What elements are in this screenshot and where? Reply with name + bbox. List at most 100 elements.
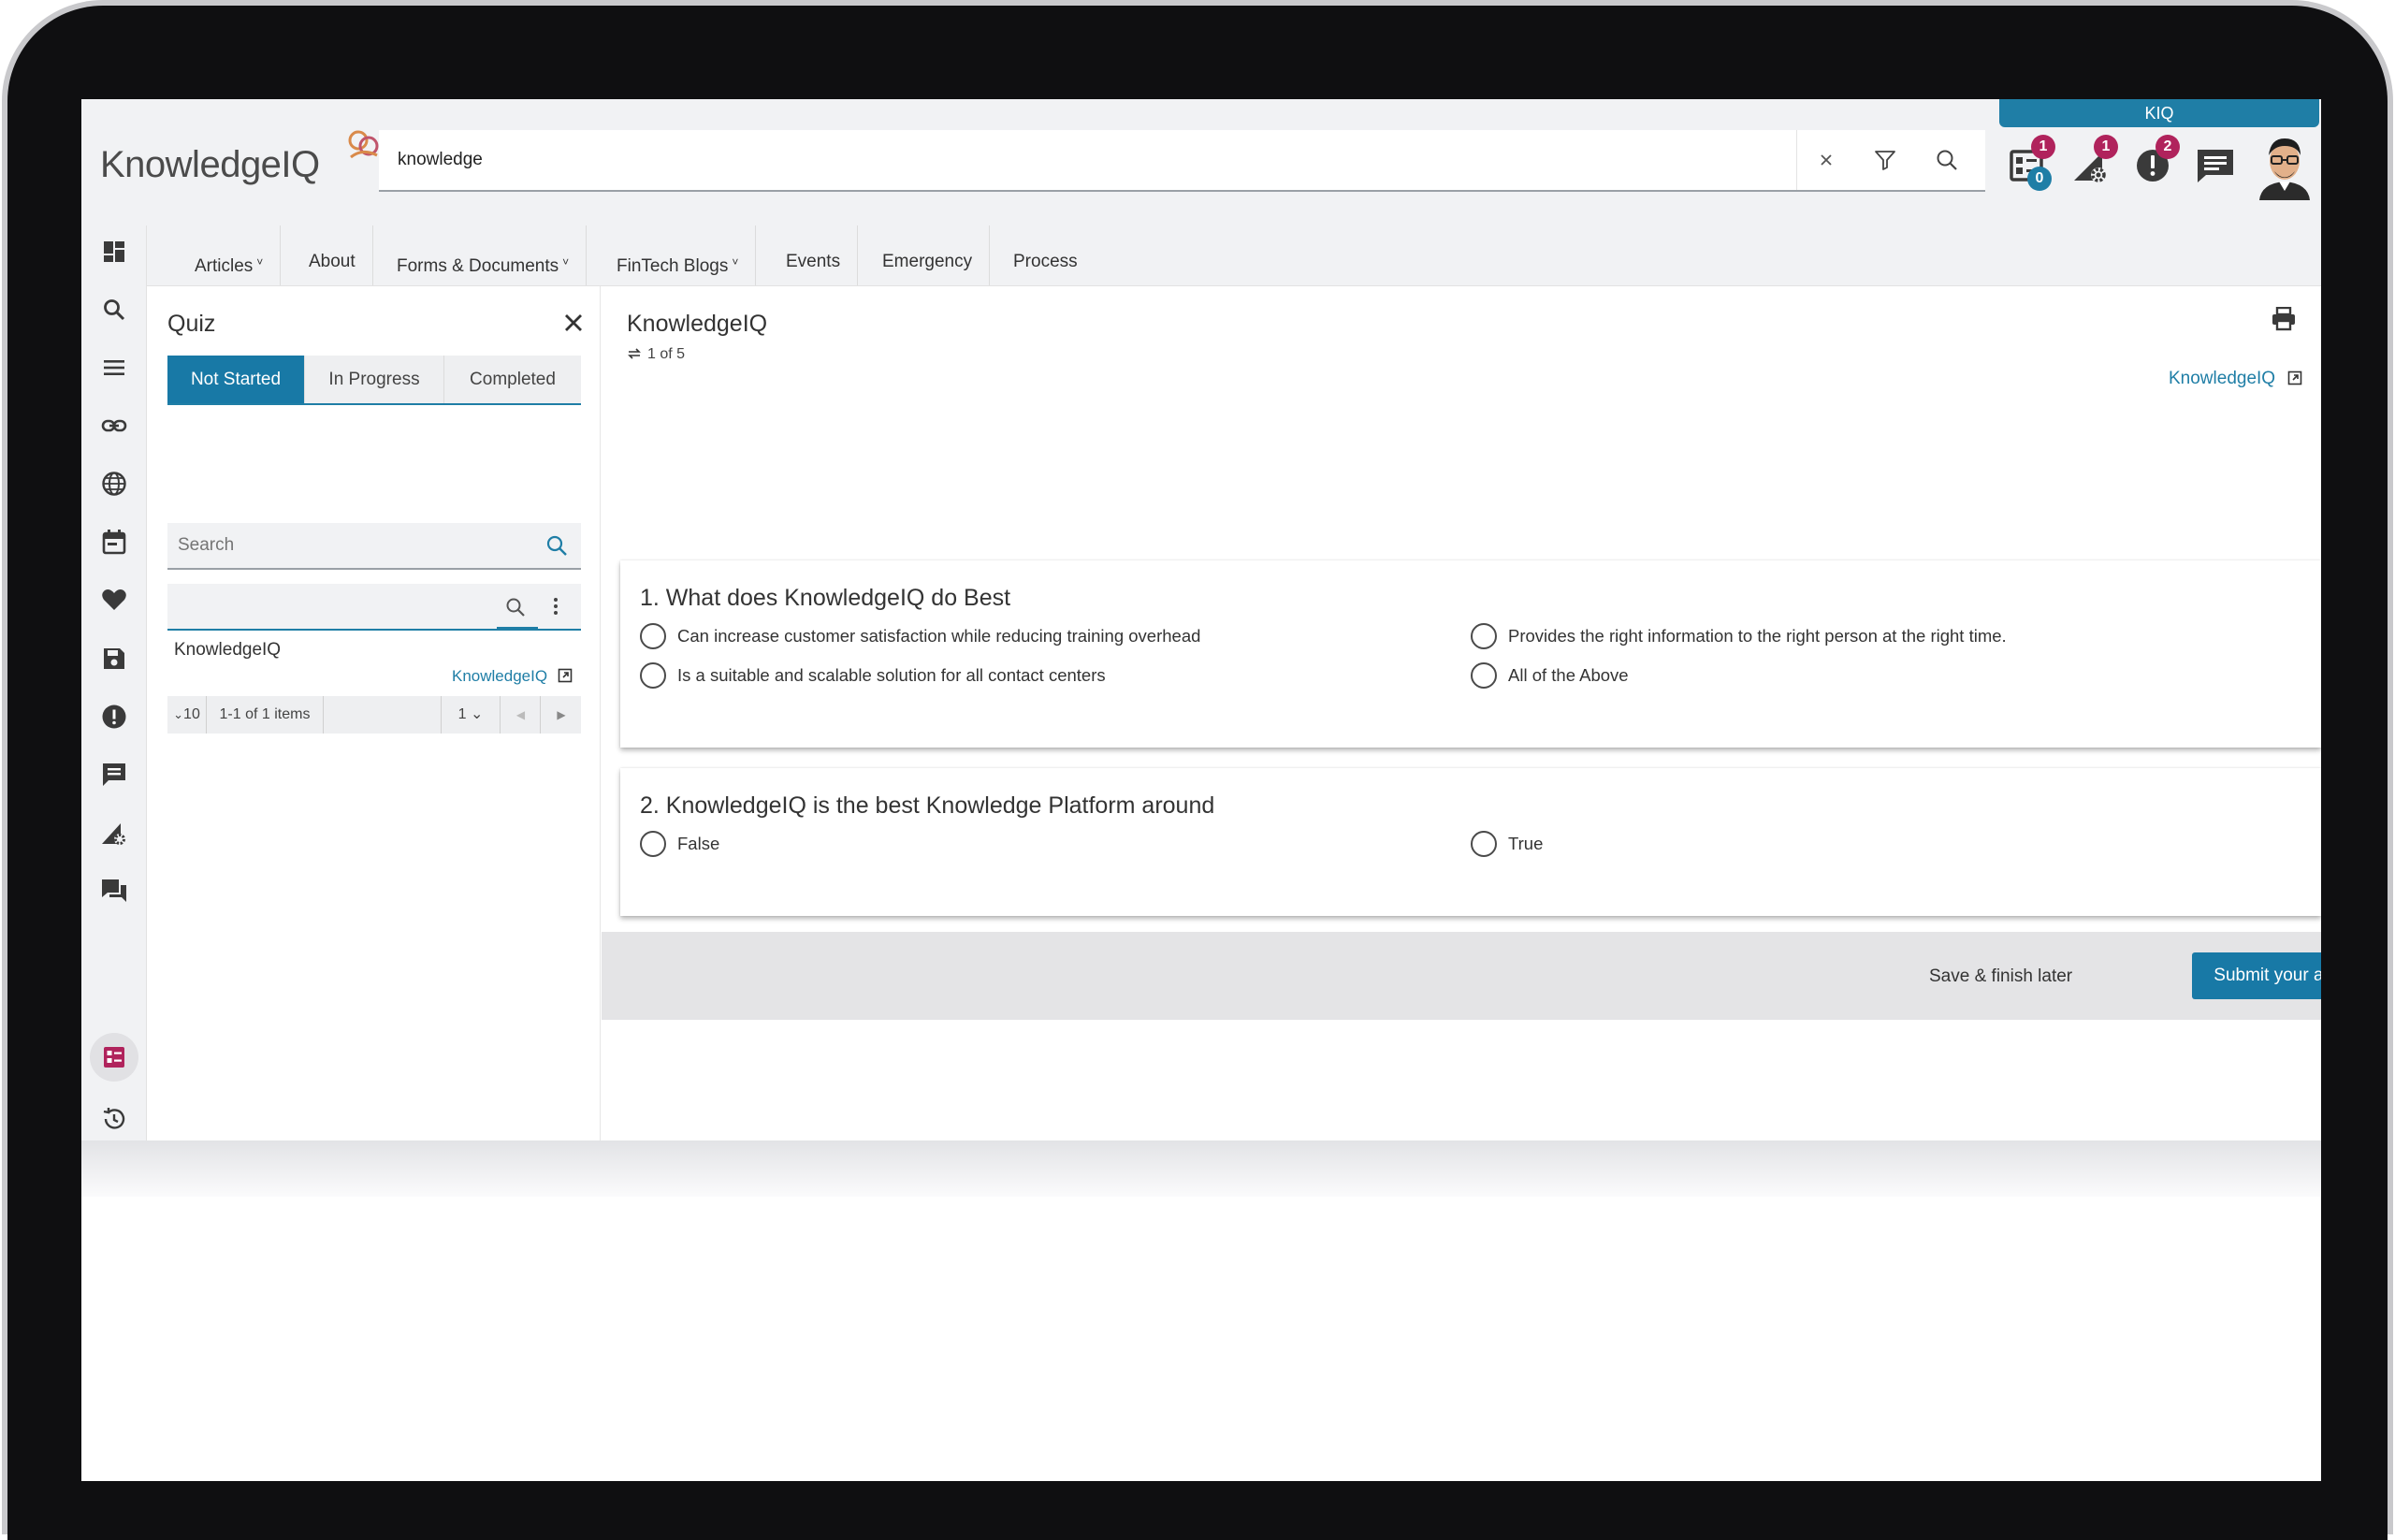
answer-option[interactable]: Can increase customer satisfaction while… bbox=[640, 622, 1200, 650]
link-icon[interactable] bbox=[97, 409, 131, 443]
page-title: KnowledgeIQ bbox=[627, 311, 768, 337]
global-search-input[interactable] bbox=[379, 130, 1782, 190]
tab-not-started[interactable]: Not Started bbox=[167, 356, 305, 403]
search-icon[interactable] bbox=[545, 534, 568, 557]
answer-option[interactable]: Is a suitable and scalable solution for … bbox=[640, 661, 1106, 690]
admin-settings-icon[interactable] bbox=[97, 816, 131, 850]
nav-item-process[interactable]: Process bbox=[994, 225, 1095, 285]
page-size-value: 10 bbox=[183, 706, 200, 722]
kiq-tab[interactable]: KIQ bbox=[1999, 99, 2319, 127]
chevron-down-icon: ˅ bbox=[732, 255, 739, 269]
radio-button[interactable] bbox=[1471, 831, 1497, 857]
nav-label: About bbox=[309, 252, 356, 271]
refresh-icon bbox=[627, 347, 642, 360]
header-chat-button[interactable] bbox=[2188, 138, 2243, 193]
prev-page-icon[interactable]: ◀ bbox=[501, 696, 541, 734]
external-link-icon bbox=[558, 668, 573, 683]
save-later-button[interactable]: Save & finish later bbox=[1914, 955, 2087, 998]
pager-info: 1-1 of 1 items bbox=[207, 696, 324, 734]
list-item-title[interactable]: KnowledgeIQ bbox=[174, 640, 281, 661]
close-icon[interactable] bbox=[559, 309, 588, 337]
question-text: 1. What does KnowledgeIQ do Best bbox=[640, 585, 1011, 611]
menu-icon[interactable] bbox=[97, 351, 131, 385]
radio-button[interactable] bbox=[640, 623, 666, 649]
alert-icon[interactable] bbox=[97, 700, 131, 734]
global-search bbox=[379, 130, 1985, 192]
nav-item-emergency[interactable]: Emergency bbox=[864, 225, 991, 285]
quiz-search-input[interactable] bbox=[167, 523, 542, 568]
panel-title: Quiz bbox=[167, 311, 216, 337]
quiz-content: KnowledgeIQ 1 of 5 KnowledgeIQ 1. What d… bbox=[602, 286, 2321, 1140]
radio-button[interactable] bbox=[1471, 623, 1497, 649]
document-link[interactable]: KnowledgeIQ bbox=[2169, 369, 2302, 389]
favorites-icon[interactable] bbox=[97, 583, 131, 617]
nav-label: Events bbox=[786, 252, 841, 271]
message-icon[interactable] bbox=[97, 758, 131, 792]
option-label: False bbox=[677, 834, 720, 853]
option-label: True bbox=[1508, 834, 1544, 853]
external-link-icon bbox=[2287, 370, 2302, 385]
header-quiz-button[interactable]: 1 0 bbox=[1999, 135, 2055, 193]
logo-mark-icon bbox=[345, 127, 383, 165]
answer-option[interactable]: All of the Above bbox=[1471, 661, 1629, 690]
search-icon[interactable] bbox=[97, 293, 131, 327]
list-filter-row bbox=[167, 584, 581, 631]
question-card: 1. What does KnowledgeIQ do Best Can inc… bbox=[620, 560, 2321, 748]
globe-icon[interactable] bbox=[97, 467, 131, 501]
option-label: Provides the right information to the ri… bbox=[1508, 626, 2007, 646]
page-size-select[interactable]: ⌄10 bbox=[167, 696, 207, 734]
next-page-icon[interactable]: ▶ bbox=[542, 696, 581, 734]
list-item-link[interactable]: KnowledgeIQ bbox=[452, 667, 573, 686]
answer-option[interactable]: Provides the right information to the ri… bbox=[1471, 622, 2007, 650]
header-alert-button[interactable]: 2 bbox=[2126, 135, 2180, 193]
quiz-badge-red: 1 bbox=[2031, 135, 2055, 159]
chat-icon[interactable] bbox=[97, 874, 131, 908]
radio-button[interactable] bbox=[640, 831, 666, 857]
admin-badge: 1 bbox=[2094, 135, 2118, 159]
nav-item-articles[interactable]: Articles ˅ bbox=[176, 225, 282, 285]
logo-text: KnowledgeIQ bbox=[100, 144, 320, 185]
answer-option[interactable]: False bbox=[640, 830, 719, 858]
radio-button[interactable] bbox=[640, 662, 666, 689]
nav-item-fintech-blogs[interactable]: FinTech Blogs ˅ bbox=[598, 225, 757, 285]
nav-label: Emergency bbox=[882, 252, 973, 271]
search-icon[interactable] bbox=[1932, 145, 1962, 175]
app-window: KnowledgeIQ knowledge KIQ 1 0 1 2 Articl… bbox=[81, 99, 2321, 1140]
tab-completed[interactable]: Completed bbox=[444, 356, 581, 403]
question-card: 2. KnowledgeIQ is the best Knowledge Pla… bbox=[620, 768, 2321, 916]
history-icon[interactable] bbox=[97, 1102, 131, 1136]
nav-item-about[interactable]: About bbox=[290, 225, 373, 285]
filter-icon[interactable] bbox=[1870, 145, 1900, 175]
screen: KnowledgeIQ knowledge KIQ 1 0 1 2 Articl… bbox=[81, 99, 2321, 1481]
nav-item-forms-documents[interactable]: Forms & Documents ˅ bbox=[378, 225, 588, 285]
tab-in-progress[interactable]: In Progress bbox=[305, 356, 444, 403]
app-header: KnowledgeIQ knowledge KIQ 1 0 1 2 bbox=[81, 99, 2321, 225]
counter-text: 1 of 5 bbox=[647, 346, 686, 362]
dashboard-icon[interactable] bbox=[97, 235, 131, 269]
answer-option[interactable]: True bbox=[1471, 830, 1543, 858]
quiz-search bbox=[167, 523, 581, 570]
page-select[interactable]: 1 ⌄ bbox=[441, 696, 501, 734]
print-icon[interactable] bbox=[2271, 307, 2297, 331]
more-options-icon[interactable] bbox=[553, 597, 559, 616]
screen-shadow bbox=[81, 1140, 2321, 1197]
avatar[interactable] bbox=[2254, 131, 2315, 200]
option-label: Can increase customer satisfaction while… bbox=[677, 626, 1201, 646]
quiz-icon[interactable] bbox=[97, 1040, 131, 1074]
option-label: All of the Above bbox=[1508, 665, 1629, 685]
search-icon[interactable] bbox=[505, 597, 526, 617]
radio-button[interactable] bbox=[1471, 662, 1497, 689]
calendar-icon[interactable] bbox=[97, 525, 131, 559]
quiz-panel: Quiz Not Started In Progress Completed S… bbox=[148, 286, 601, 1140]
submit-button[interactable]: Submit your answers bbox=[2192, 952, 2321, 999]
nav-label: Articles bbox=[195, 256, 254, 276]
link-label: KnowledgeIQ bbox=[452, 667, 548, 685]
alert-badge: 2 bbox=[2156, 135, 2180, 159]
nav-label: Process bbox=[1013, 252, 1078, 271]
nav-item-events[interactable]: Events bbox=[767, 225, 859, 285]
chat-icon bbox=[2195, 146, 2236, 185]
pager: ⌄10 1-1 of 1 items 1 ⌄ ◀ ▶ bbox=[167, 696, 581, 734]
header-admin-button[interactable]: 1 bbox=[2064, 135, 2118, 193]
save-icon[interactable] bbox=[97, 642, 131, 676]
clear-search-icon[interactable] bbox=[1811, 145, 1841, 175]
